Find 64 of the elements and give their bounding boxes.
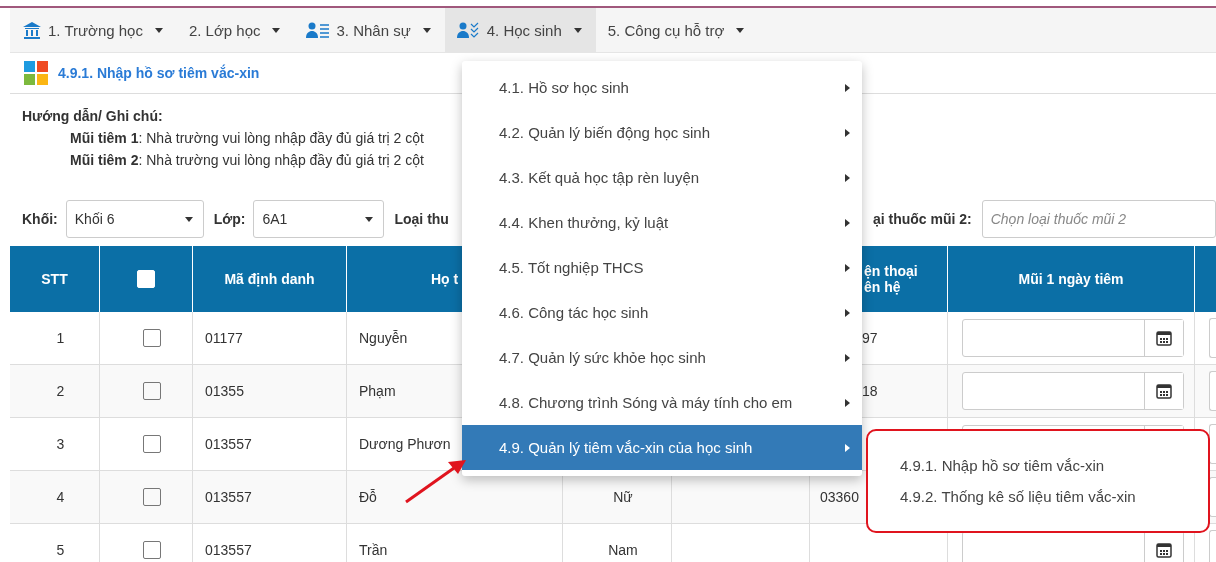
menu-item[interactable]: 4.2. Quản lý biến động học sinh <box>462 110 862 155</box>
submenu-arrow-icon <box>845 128 850 137</box>
row-checkbox[interactable] <box>143 329 161 347</box>
caret-icon <box>422 27 431 33</box>
nav-menu-item[interactable]: 1. Trường học <box>10 8 177 52</box>
nav-menu-item[interactable]: 3. Nhân sự <box>294 8 445 52</box>
select-all-checkbox[interactable] <box>137 270 155 288</box>
submenu-arrow-icon <box>845 218 850 227</box>
filter-label: Khối: <box>22 211 58 227</box>
filter-label: ại thuốc mũi 2: <box>872 211 972 227</box>
menu-item[interactable]: 4.4. Khen thưởng, kỷ luật <box>462 200 862 245</box>
submenu-item[interactable]: 4.9.1. Nhập hồ sơ tiêm vắc-xin <box>900 457 1208 474</box>
row-checkbox[interactable] <box>143 488 161 506</box>
table-cell: 1 <box>10 312 100 365</box>
note-line: Mũi tiêm 2: Nhà trường vui lòng nhập đầy đủ giá trị 2 cột <box>70 152 424 168</box>
row-checkbox[interactable] <box>143 382 161 400</box>
filter-label: Lớp: <box>213 211 246 227</box>
page-title: 4.9.1. Nhập hồ sơ tiêm vắc-xin <box>58 65 260 81</box>
nav-menu-item[interactable]: 2. Lớp học <box>176 8 295 52</box>
submenu-arrow-icon <box>845 173 850 182</box>
person-check-icon <box>456 22 481 38</box>
row-checkbox[interactable] <box>143 541 161 559</box>
calendar-icon <box>1156 330 1172 346</box>
select-field[interactable]: Khối 6 <box>65 200 204 238</box>
calendar-icon <box>1156 383 1172 399</box>
note-line: Mũi tiêm 1: Nhà trường vui lòng nhập đầy đủ giá trị 2 cột <box>70 130 424 146</box>
submenu-arrow-icon <box>845 308 850 317</box>
nav-menu-item[interactable]: 4. Học sinh <box>444 8 596 52</box>
caret-icon <box>184 216 193 222</box>
calendar-icon <box>1156 542 1172 558</box>
menu-item[interactable]: 4.1. Hồ sơ học sinh <box>462 65 862 110</box>
submenu-arrow-icon <box>845 263 850 272</box>
nav-menu-item[interactable]: 5. Công cụ hỗ trợ <box>595 8 759 52</box>
menu-item[interactable]: 4.3. Kết quả học tập rèn luyện <box>462 155 862 200</box>
notes-heading: Hướng dẫn/ Ghi chú: <box>22 108 164 124</box>
caret-icon <box>365 216 374 222</box>
pointer-arrow <box>405 460 466 504</box>
row-checkbox[interactable] <box>143 435 161 453</box>
submenu-arrow-icon <box>845 353 850 362</box>
table-cell: 013557 <box>193 418 347 471</box>
select-field[interactable]: Chọn loại thuốc mũi 2 <box>981 200 1216 238</box>
select-field[interactable]: 6A1 <box>253 200 385 238</box>
column-header: Mũi 1 ngày tiêm <box>948 246 1195 312</box>
table-cell: Đỗ <box>347 471 563 524</box>
person-list-icon <box>306 22 331 38</box>
submenu-arrow-icon <box>845 83 850 92</box>
caret-icon <box>736 27 745 33</box>
submenu-arrow-icon <box>845 443 850 452</box>
table-cell: 2 <box>10 365 100 418</box>
table-cell: 01177 <box>193 312 347 365</box>
column-header: STT <box>10 246 100 312</box>
submenu-arrow-icon <box>845 398 850 407</box>
school-icon <box>22 21 42 39</box>
menu-item[interactable]: 4.9. Quản lý tiêm vắc-xin của học sinh <box>462 425 862 470</box>
column-header: Mã định danh <box>193 246 347 312</box>
table-cell: 4 <box>10 471 100 524</box>
table-cell: 3 <box>10 418 100 471</box>
caret-icon <box>154 27 163 33</box>
filter-label: Loại thu <box>394 211 449 227</box>
table-cell: 013557 <box>193 471 347 524</box>
caret-icon <box>272 27 281 33</box>
tiles-icon <box>24 61 48 85</box>
caret-icon <box>573 27 582 33</box>
table-cell: 01355 <box>193 365 347 418</box>
